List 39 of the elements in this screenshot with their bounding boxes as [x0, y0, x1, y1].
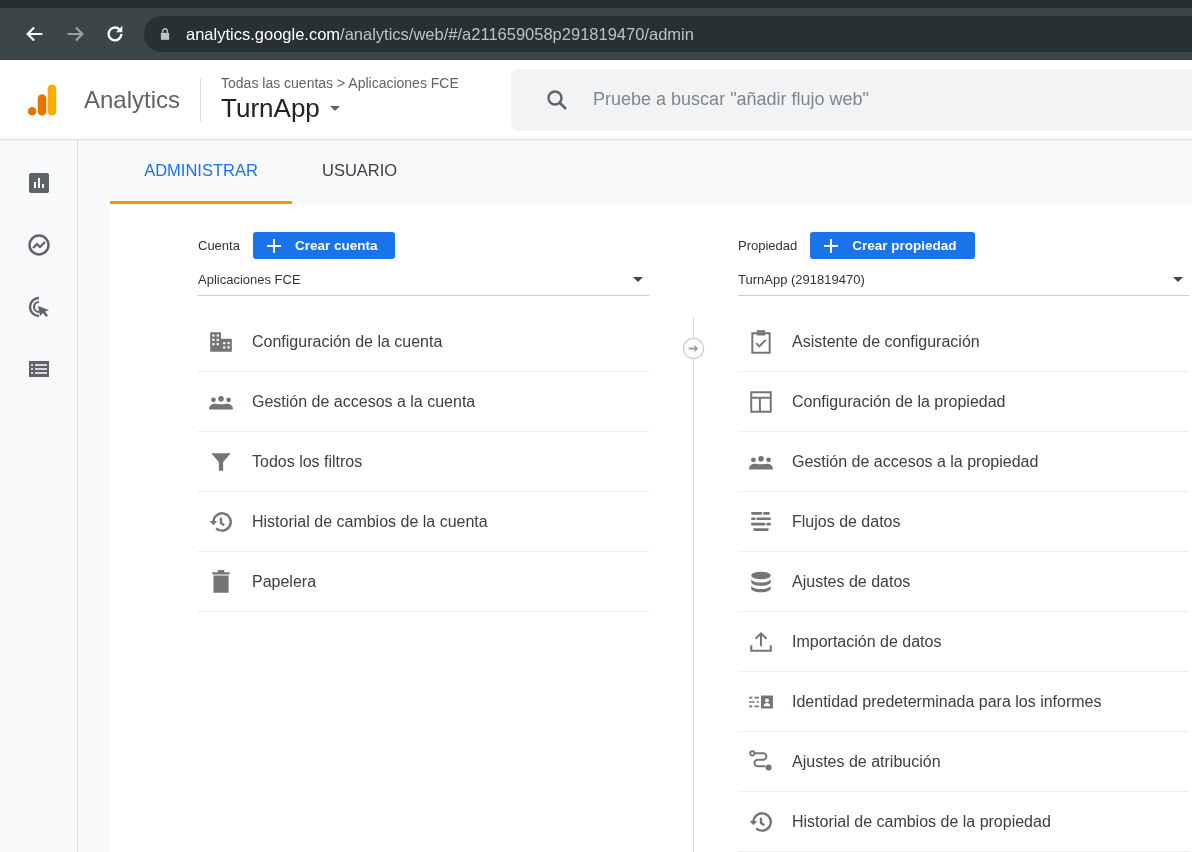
tab[interactable]: USUARIO	[292, 140, 428, 204]
column-label: Cuenta	[198, 238, 240, 253]
create-button[interactable]: Crear cuenta	[252, 232, 396, 259]
product-name: Analytics	[84, 85, 181, 114]
menu-item[interactable]: Configuración de la cuenta	[198, 312, 649, 372]
breadcrumb[interactable]: Todas las cuentas > Aplicaciones FCE	[221, 75, 512, 91]
menu-item[interactable]: Historial de cambios de la cuenta	[198, 492, 649, 552]
menu-item[interactable]: Asistente de configuración	[738, 312, 1189, 372]
menu-item[interactable]: Identidad predeterminada para los informes	[738, 672, 1189, 732]
menu-item[interactable]: Flujos de datos	[738, 492, 1189, 552]
dropdown[interactable]: Aplicaciones FCE	[198, 261, 649, 296]
plus-icon	[266, 238, 281, 253]
menu-item[interactable]: Todos los filtros	[198, 432, 649, 492]
menu-item[interactable]: Gestión de accesos a la cuenta	[198, 372, 649, 432]
menu-item[interactable]: Gestión de accesos a la propiedad	[738, 432, 1189, 492]
menu-item[interactable]: Historial de cambios de la propiedad	[738, 792, 1189, 852]
menu-item[interactable]: Ajustes de atribución	[738, 732, 1189, 792]
column-label: Propiedad	[738, 238, 798, 253]
caret-icon	[1173, 277, 1183, 282]
menu-item[interactable]: Ajustes de datos	[738, 552, 1189, 612]
layout-icon	[748, 388, 774, 415]
clipboard-check-icon	[748, 328, 774, 355]
lock-icon	[158, 27, 172, 41]
arrow-right-icon	[682, 337, 705, 360]
plus-icon	[824, 238, 839, 253]
menu-item[interactable]: Configuración de la propiedad	[738, 372, 1189, 432]
caret-icon	[633, 277, 643, 282]
reports-icon[interactable]	[26, 171, 51, 195]
dropdown[interactable]: TurnApp (291819470)	[738, 261, 1189, 296]
advertising-icon[interactable]	[26, 295, 51, 319]
analytics-logo-icon	[25, 82, 59, 117]
search-field[interactable]: Pruebe a buscar "añadir flujo web"	[511, 68, 1192, 131]
explore-icon[interactable]	[26, 233, 51, 257]
caret-icon	[329, 106, 340, 111]
property-selector[interactable]: TurnApp	[221, 93, 512, 124]
address-bar[interactable]: analytics.google.com/analytics/web/#/a211659058p291819470/admin	[144, 16, 1192, 52]
menu-item[interactable]: Importación de datos	[738, 612, 1189, 672]
menu-item[interactable]: Papelera	[198, 552, 649, 612]
create-button[interactable]: Crear propiedad	[810, 232, 975, 259]
